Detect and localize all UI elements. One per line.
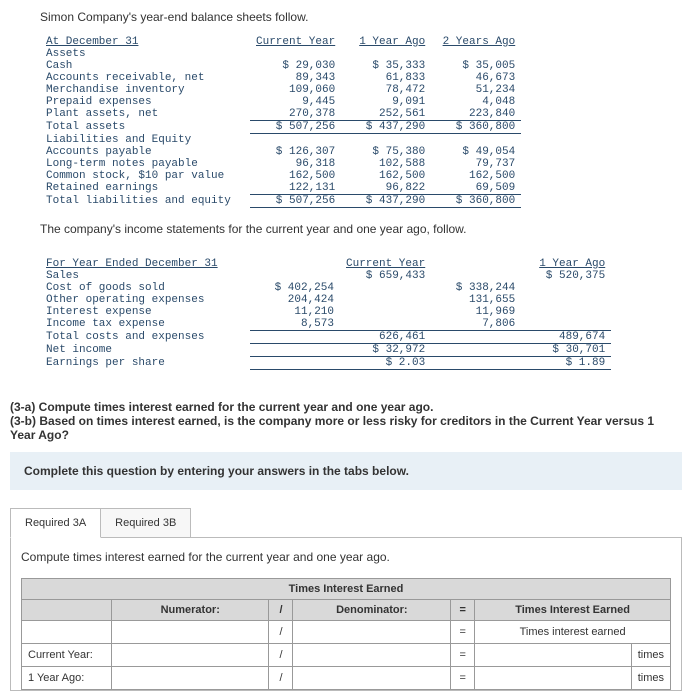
row-cash: Cash xyxy=(40,60,250,72)
tab-required-3b[interactable]: Required 3B xyxy=(100,508,191,538)
slash-cell: / xyxy=(269,620,293,643)
bs-col-1y: 1 Year Ago xyxy=(341,34,431,48)
row-ltnp: Long-term notes payable xyxy=(40,158,250,170)
row-label-cy: Current Year: xyxy=(22,643,112,666)
eq-cy: = xyxy=(451,643,475,666)
denominator-label-input[interactable] xyxy=(299,625,444,639)
income-narrative: The company's income statements for the … xyxy=(40,222,682,236)
row-total-assets: Total assets xyxy=(40,121,250,134)
eq-1y: = xyxy=(451,666,475,689)
numerator-1y-input[interactable] xyxy=(118,671,262,685)
row-cs: Common stock, $10 par value xyxy=(40,170,250,182)
eq-header: = xyxy=(451,599,475,620)
row-re: Retained earnings xyxy=(40,182,250,195)
numerator-header: Numerator: xyxy=(112,599,269,620)
is-date-label: For Year Ended December 31 xyxy=(40,256,250,270)
bs-col-cy: Current Year xyxy=(250,34,341,48)
bs-date-label: At December 31 xyxy=(40,34,250,48)
question-block: (3-a) Compute times interest earned for … xyxy=(10,400,682,442)
tab-required-3a[interactable]: Required 3A xyxy=(10,508,101,538)
result-cy-input[interactable] xyxy=(481,648,625,662)
row-tax: Income tax expense xyxy=(40,318,250,331)
row-label-1y: 1 Year Ago: xyxy=(22,666,112,689)
row-netinc: Net income xyxy=(40,343,250,356)
income-statement-table: For Year Ended December 31 Current Year … xyxy=(40,256,611,370)
row-ar: Accounts receivable, net xyxy=(40,72,250,84)
intro-text: Simon Company's year-end balance sheets … xyxy=(40,10,682,24)
times-interest-earned-table: Times Interest Earned Numerator: / Denom… xyxy=(21,578,671,690)
row-sales: Sales xyxy=(40,270,250,282)
q3b-label: (3-b) Based on times interest earned, is… xyxy=(10,414,654,442)
bs-col-2y: 2 Years Ago xyxy=(431,34,521,48)
row-ap: Accounts payable xyxy=(40,146,250,158)
result-1y-input[interactable] xyxy=(481,671,625,685)
row-plant: Plant assets, net xyxy=(40,108,250,121)
row-prepaid: Prepaid expenses xyxy=(40,96,250,108)
calc-title: Times Interest Earned xyxy=(22,578,671,599)
row-total-le: Total liabilities and equity xyxy=(40,194,250,207)
row-eps: Earnings per share xyxy=(40,356,250,369)
row-opex: Other operating expenses xyxy=(40,294,250,306)
row-cogs: Cost of goods sold xyxy=(40,282,250,294)
row-intexp: Interest expense xyxy=(40,306,250,318)
balance-sheet-table: At December 31 Current Year 1 Year Ago 2… xyxy=(40,34,521,208)
q3a-label: (3-a) Compute times interest earned for … xyxy=(10,400,433,414)
assets-heading: Assets xyxy=(40,48,250,60)
slash-cy: / xyxy=(269,643,293,666)
slash-header: / xyxy=(269,599,293,620)
instructions-banner: Complete this question by entering your … xyxy=(10,452,682,490)
result-sub: Times interest earned xyxy=(475,620,671,643)
tab-panel-3a: Compute times interest earned for the cu… xyxy=(10,537,682,691)
slash-1y: / xyxy=(269,666,293,689)
tab-sub-instruction: Compute times interest earned for the cu… xyxy=(21,550,671,564)
le-heading: Liabilities and Equity xyxy=(40,134,250,146)
denominator-cy-input[interactable] xyxy=(299,648,444,662)
is-col-1y: 1 Year Ago xyxy=(521,256,611,270)
numerator-label-input[interactable] xyxy=(118,625,262,639)
result-header: Times Interest Earned xyxy=(475,599,671,620)
unit-cy: times xyxy=(631,643,670,666)
tab-bar: Required 3A Required 3B xyxy=(10,508,682,538)
row-totcosts: Total costs and expenses xyxy=(40,330,250,343)
denominator-header: Denominator: xyxy=(293,599,451,620)
row-inv: Merchandise inventory xyxy=(40,84,250,96)
is-col-cy: Current Year xyxy=(340,256,431,270)
unit-1y: times xyxy=(631,666,670,689)
denominator-1y-input[interactable] xyxy=(299,671,444,685)
numerator-cy-input[interactable] xyxy=(118,648,262,662)
eq-cell: = xyxy=(451,620,475,643)
